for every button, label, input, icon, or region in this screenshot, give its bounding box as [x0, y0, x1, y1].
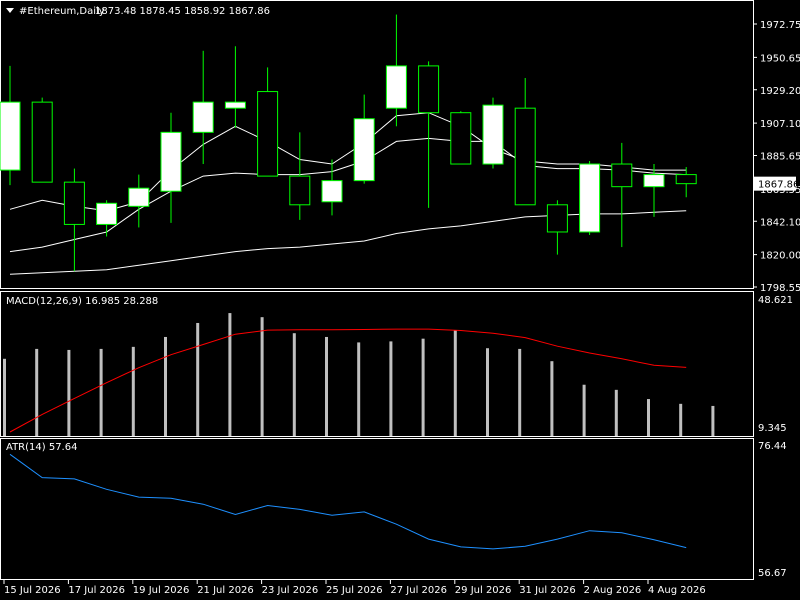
macd-histogram-bar: [711, 405, 715, 436]
candle-bull: [353, 118, 375, 182]
symbol-label: #Ethereum,Daily: [19, 6, 105, 17]
macd-histogram-bar: [260, 317, 264, 436]
current-price-tag: 1867.86: [754, 176, 799, 191]
macd-histogram-bar: [164, 336, 167, 436]
date-tick-label: 25 Jul 2026: [326, 585, 383, 596]
macd-axis-top: 48.621: [758, 295, 793, 306]
candle-bull: [385, 65, 407, 109]
date-tick-label: 2 Aug 2026: [584, 585, 642, 596]
candle-bear: [675, 174, 697, 185]
atr-axis-top: 76.44: [758, 441, 787, 452]
price-tick-label: 1929.20: [760, 86, 800, 97]
ohlc-label: 1873.48 1878.45 1858.92 1867.86: [95, 6, 270, 17]
date-tick-label: 4 Aug 2026: [648, 585, 706, 596]
macd-histogram-bar: [131, 346, 135, 436]
date-tick-label: 23 Jul 2026: [262, 585, 319, 596]
macd-histogram-bar: [647, 399, 650, 436]
macd-histogram-bar: [582, 384, 586, 436]
macd-label: MACD(12,26,9) 16.985 28.288: [6, 296, 158, 307]
price-panel-frame: [0, 0, 754, 289]
candle-bull: [160, 131, 182, 192]
candle-bear: [514, 107, 536, 206]
macd-panel-frame: [0, 291, 754, 437]
atr-panel-frame: [0, 438, 754, 580]
macd-histogram-bar: [679, 403, 683, 436]
price-tick-label: 1972.75: [760, 20, 800, 31]
macd-histogram-bar: [228, 313, 232, 436]
macd-axis: 48.621 9.345: [758, 295, 793, 434]
date-axis: 15 Jul 2026 17 Jul 2026 19 Jul 2026 21 Jul …: [3, 580, 706, 596]
candle-bull: [0, 101, 21, 171]
date-tick-label: 17 Jul 2026: [68, 585, 125, 596]
macd-axis-bottom: 9.345: [758, 423, 787, 434]
date-tick-label: 29 Jul 2026: [455, 585, 512, 596]
price-tick-label: 1798.55: [760, 283, 800, 294]
date-tick-label: 27 Jul 2026: [390, 585, 447, 596]
candle-bull: [321, 180, 343, 203]
current-price-value: 1867.86: [758, 180, 799, 191]
date-tick-label: 31 Jul 2026: [519, 585, 576, 596]
macd-histogram-bar: [421, 338, 425, 436]
candle-bear: [63, 181, 85, 225]
candle-bear: [546, 204, 568, 233]
candle-bear: [418, 65, 440, 114]
trading-chart[interactable]: #Ethereum,Daily 1873.48 1878.45 1858.92 …: [0, 0, 800, 600]
atr-axis: 76.44 56.67: [758, 441, 787, 579]
macd-histogram-bar: [518, 348, 522, 436]
price-tick-label: 1885.65: [760, 152, 800, 163]
price-tick-label: 1842.10: [760, 217, 800, 228]
atr-label: ATR(14) 57.64: [6, 442, 77, 453]
macd-histogram-bar: [99, 348, 103, 436]
menu-triangle-icon[interactable]: [6, 8, 14, 13]
candle-bear: [31, 101, 53, 183]
candle-bull: [96, 202, 118, 225]
price-axis: 1972.751950.651929.201907.101885.651863.…: [753, 20, 800, 294]
price-tick-label: 1950.65: [760, 53, 800, 64]
macd-histogram-bar: [453, 330, 457, 436]
candle-bull: [192, 101, 214, 133]
atr-line: [9, 453, 687, 550]
macd-histogram-bar: [292, 333, 296, 436]
macd-histogram-bar: [486, 348, 489, 436]
candle-bear: [611, 163, 633, 188]
macd-histogram-bar: [35, 348, 39, 436]
candle-bear: [257, 91, 279, 177]
candle-bull: [643, 174, 665, 188]
macd-histogram-bar: [614, 389, 618, 436]
price-tick-label: 1907.10: [760, 119, 800, 130]
macd-histogram-bar: [357, 342, 361, 436]
candle-bull: [579, 163, 601, 233]
price-tick-label: 1820.00: [760, 251, 800, 262]
macd-histogram: [3, 313, 715, 436]
candle-bull: [224, 101, 246, 109]
macd-histogram-bar: [3, 358, 6, 436]
date-tick-label: 19 Jul 2026: [133, 585, 190, 596]
date-tick-label: 21 Jul 2026: [197, 585, 254, 596]
atr-line-path: [9, 453, 687, 550]
macd-histogram-bar: [67, 349, 71, 436]
macd-histogram-bar: [196, 322, 200, 436]
candle-bull: [128, 187, 150, 207]
date-tick-label: 15 Jul 2026: [4, 585, 61, 596]
macd-histogram-bar: [389, 341, 393, 436]
macd-histogram-bar: [550, 361, 554, 436]
candle-bull: [482, 104, 504, 165]
candle-bear: [450, 112, 472, 165]
macd-histogram-bar: [325, 336, 328, 436]
atr-axis-bottom: 56.67: [758, 568, 787, 579]
candle-bear: [289, 175, 311, 206]
